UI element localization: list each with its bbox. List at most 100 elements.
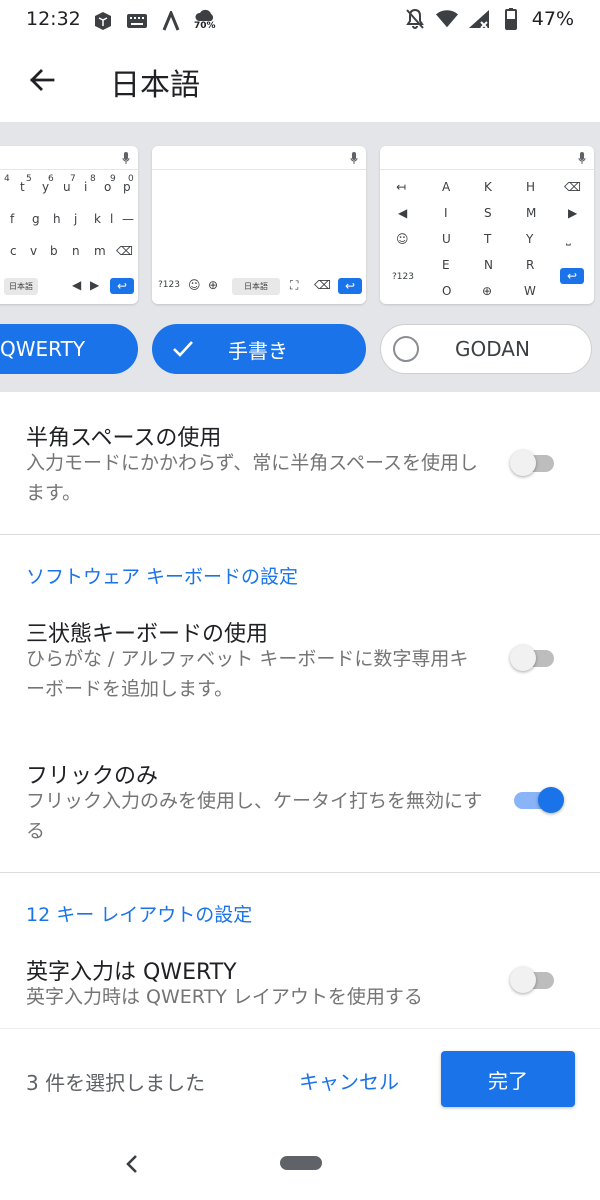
qwerty-key: y: [42, 180, 50, 194]
enter-icon: ↩: [560, 268, 584, 284]
battery-percent: 47%: [531, 8, 574, 30]
mic-icon: [350, 152, 358, 164]
qwerty-key: f: [10, 212, 15, 226]
arrow-left-small-icon: ◀: [72, 278, 82, 292]
fullscreen-icon: ⛶: [290, 278, 299, 292]
mic-icon: [578, 152, 586, 164]
emoji-icon: ☺: [396, 232, 409, 246]
godan-option-label: GODAN: [455, 337, 530, 361]
arrow-right-small-icon: ▶: [568, 206, 578, 220]
selected-count: 3 件を選択しました: [26, 1071, 206, 1095]
qwerty-key: v: [30, 244, 38, 258]
qwerty-key: u: [63, 180, 71, 194]
godan-key: O: [442, 284, 452, 298]
arrow-left-icon: [30, 69, 55, 91]
setting-summary: 英字入力時は QWERTY レイアウトを使用する: [26, 986, 423, 1008]
godan-key: R: [526, 258, 535, 272]
qwerty-key: 5: [26, 174, 32, 184]
signal-icon: [468, 8, 490, 30]
sym-key: ?123: [392, 272, 414, 282]
godan-key: K: [484, 180, 492, 194]
qwerty-key: c: [10, 244, 17, 258]
qwerty-key: t: [20, 180, 25, 194]
handwriting-preview[interactable]: ?123 ☺ ⊕ 日本語 ⛶ ⌫ ↩: [152, 146, 366, 304]
arrow-left-small-icon: ◀: [398, 206, 408, 220]
enter-icon: ↩: [338, 278, 362, 294]
check-icon: [173, 341, 193, 357]
godan-key: S: [484, 206, 492, 220]
setting-summary: フリック入力のみを使用し、ケータイ打ちを無効にする: [26, 790, 483, 842]
alpha-qwerty-setting[interactable]: 英字入力は QWERTY 英字入力時は QWERTY レイアウトを使用する: [0, 940, 600, 1028]
half-space-toggle[interactable]: [510, 450, 558, 476]
qwerty-key: 4: [4, 174, 10, 184]
setting-summary: ひらがな / アルファベット キーボードに数字専用キーボードを追加します。: [26, 648, 469, 700]
qwerty-key: b: [50, 244, 58, 258]
mute-icon: [404, 8, 426, 30]
qwerty-key: m: [94, 244, 106, 258]
godan-key: Y: [526, 232, 534, 246]
flick-only-toggle[interactable]: [510, 787, 564, 813]
globe-icon: ⊕: [482, 284, 493, 298]
keyboard-icon: [126, 10, 148, 32]
mic-icon: [122, 152, 130, 164]
qwerty-key: k: [94, 212, 101, 226]
emoji-icon: ☺: [188, 278, 201, 292]
weather-text: 70%: [194, 21, 216, 31]
godan-option[interactable]: GODAN: [380, 324, 592, 374]
radio-icon: [393, 336, 419, 362]
tri-state-setting[interactable]: 三状態キーボードの使用 ひらがな / アルファベット キーボードに数字専用キーボ…: [0, 600, 600, 730]
app-bar: 日本語: [0, 40, 600, 122]
qwerty-key: 8: [90, 174, 96, 184]
nav-home-pill[interactable]: [280, 1156, 322, 1170]
divider: [0, 534, 600, 535]
sym-key: ?123: [158, 280, 180, 290]
handwriting-option-label: 手書き: [228, 338, 288, 363]
godan-key: N: [484, 258, 493, 272]
qwerty-preview[interactable]: 4 5 6 7 8 9 0 t y u i o p f g h j k l — …: [0, 146, 138, 304]
qwerty-key: p: [123, 180, 131, 194]
page-title: 日本語: [110, 68, 200, 103]
backspace-icon: ⌫: [116, 244, 133, 258]
weather-icon: 70%: [194, 8, 218, 34]
qwerty-key: o: [104, 180, 112, 194]
qwerty-key: h: [53, 212, 61, 226]
arrow-right-small-icon: ▶: [90, 278, 100, 292]
godan-key: M: [526, 206, 537, 220]
godan-key: W: [524, 284, 536, 298]
handwriting-option[interactable]: 手書き: [152, 324, 366, 374]
section-header-software-keyboard: ソフトウェア キーボードの設定: [26, 566, 299, 588]
lang-key: 日本語: [232, 278, 280, 295]
tri-state-toggle[interactable]: [510, 645, 558, 671]
alpha-qwerty-toggle[interactable]: [510, 967, 558, 993]
qwerty-key: 7: [70, 174, 76, 184]
setting-summary: 入力モードにかかわらず、常に半角スペースを使用します。: [26, 452, 479, 504]
section-header-12key: 12 キー レイアウトの設定: [26, 904, 253, 926]
godan-key: I: [444, 206, 448, 220]
qwerty-key: j: [74, 212, 78, 226]
half-space-setting[interactable]: 半角スペースの使用 入力モードにかかわらず、常に半角スペースを使用します。: [0, 392, 600, 534]
godan-key: A: [442, 180, 451, 194]
qwerty-option-label: QWERTY: [0, 337, 86, 361]
wifi-icon: [435, 8, 458, 30]
selection-action-bar: 3 件を選択しました キャンセル 完了: [0, 1028, 600, 1128]
app-a-icon: [160, 10, 182, 32]
flick-only-setting[interactable]: フリックのみ フリック入力のみを使用し、ケータイ打ちを無効にする: [0, 742, 600, 872]
qwerty-key: —: [122, 212, 134, 226]
status-bar: 12:32 70% 47%: [0, 0, 600, 40]
qwerty-key: l: [110, 212, 114, 226]
enter-icon: ↩: [110, 278, 134, 294]
divider: [0, 872, 600, 873]
back-button[interactable]: [22, 60, 62, 100]
system-nav-bar: [0, 1128, 600, 1200]
box-icon: [92, 10, 114, 32]
qwerty-key: g: [32, 212, 40, 226]
cancel-button[interactable]: キャンセル: [284, 1057, 414, 1103]
qwerty-key: n: [72, 244, 80, 258]
globe-icon: ⊕: [208, 278, 219, 292]
qwerty-option[interactable]: QWERTY: [0, 324, 138, 374]
keyboard-layout-picker[interactable]: 4 5 6 7 8 9 0 t y u i o p f g h j k l — …: [0, 122, 600, 392]
godan-preview[interactable]: ↤ ◀ ☺ ?123 A I U E O K S T N ⊕ H M Y R W…: [380, 146, 594, 304]
done-button[interactable]: 完了: [441, 1051, 575, 1107]
nav-back-icon[interactable]: [120, 1150, 144, 1178]
qwerty-key: i: [84, 180, 88, 194]
